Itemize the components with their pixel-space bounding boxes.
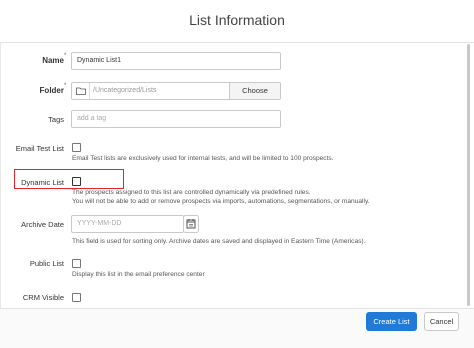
folder-field[interactable]: /Uncategorized/Lists Choose bbox=[71, 82, 281, 100]
name-input[interactable]: Dynamic List1 bbox=[71, 52, 281, 70]
divider bbox=[0, 42, 1, 308]
scrollbar[interactable] bbox=[467, 44, 470, 306]
public-list-checkbox[interactable] bbox=[72, 259, 81, 268]
public-list-label: Public List bbox=[29, 259, 64, 268]
dialog-title: List Information bbox=[189, 12, 285, 28]
public-list-help: Display this list in the email preferenc… bbox=[72, 271, 205, 278]
name-label: Name bbox=[42, 56, 64, 65]
create-list-button[interactable]: Create List bbox=[366, 312, 417, 331]
tags-label: Tags bbox=[48, 115, 64, 124]
archive-date-input[interactable]: YYYY-MM-DD bbox=[71, 215, 184, 233]
folder-label: Folder bbox=[39, 86, 64, 95]
required-marker: * bbox=[64, 53, 67, 59]
email-test-list-label: Email Test List bbox=[15, 144, 64, 153]
crm-visible-label: CRM Visible bbox=[22, 293, 64, 302]
calendar-icon[interactable] bbox=[183, 215, 199, 233]
folder-path: /Uncategorized/Lists bbox=[89, 83, 233, 99]
dynamic-list-help-1: The prospects assigned to this list are … bbox=[72, 189, 311, 196]
email-test-list-help: Email Test lists are exclusively used fo… bbox=[72, 155, 334, 162]
crm-visible-checkbox[interactable] bbox=[72, 293, 81, 302]
tags-input[interactable]: add a tag bbox=[71, 110, 281, 128]
archive-date-help: This field is used for sorting only. Arc… bbox=[72, 238, 366, 245]
dynamic-list-label: Dynamic List bbox=[21, 178, 64, 187]
cancel-button[interactable]: Cancel bbox=[424, 312, 459, 331]
required-marker: * bbox=[64, 83, 67, 89]
archive-date-label: Archive Date bbox=[21, 220, 64, 229]
email-test-list-checkbox[interactable] bbox=[72, 143, 81, 152]
dialog-header: List Information bbox=[0, 0, 474, 43]
folder-icon bbox=[76, 87, 86, 95]
choose-folder-button[interactable]: Choose bbox=[229, 83, 280, 99]
dynamic-list-checkbox[interactable] bbox=[72, 177, 81, 186]
dynamic-list-help-2: You will not be able to add or remove pr… bbox=[72, 198, 370, 205]
